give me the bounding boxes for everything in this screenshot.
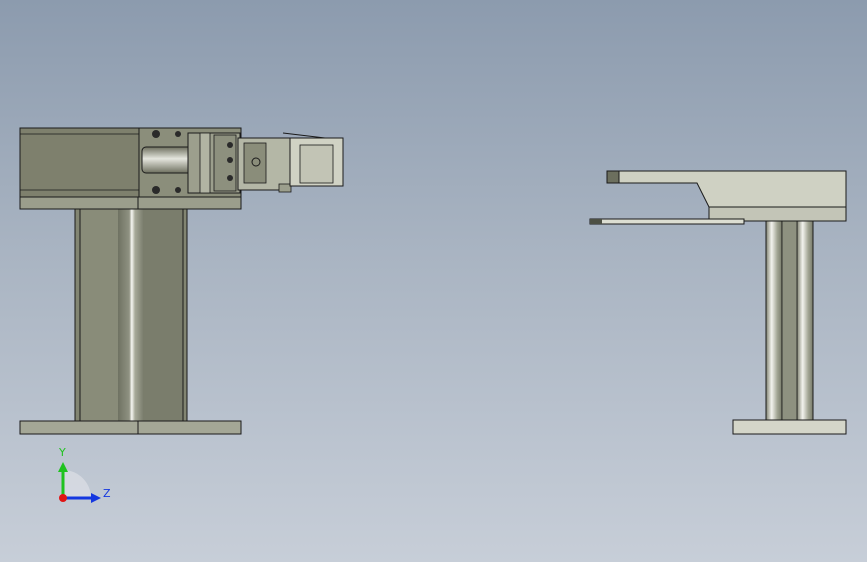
front-column [74,207,188,423]
cad-graphics-viewport[interactable]: Y Z [0,0,867,562]
side-post-left [765,219,783,421]
coordinate-triad-icon: Y Z [58,446,111,503]
y-axis-arrowhead [58,462,68,472]
side-finger-plate [589,218,745,225]
z-axis-arrowhead [91,493,101,503]
side-base-plate [732,419,847,435]
side-view-assembly[interactable] [589,170,847,435]
front-actuator-body [19,127,140,198]
side-upper-body [606,170,847,222]
front-piston-rod [141,146,193,174]
y-axis-label: Y [58,446,66,459]
x-axis-dot [59,494,67,502]
front-gripper-arm [237,132,344,193]
side-post-right [796,219,814,421]
front-mount-plate [19,196,242,210]
front-view-assembly[interactable] [19,127,344,435]
z-axis-label: Z [103,487,111,500]
front-clamp-assembly [187,132,241,194]
side-post-gap [781,219,798,421]
cad-model-scene[interactable]: Y Z [0,0,867,562]
front-base-plate [19,420,242,435]
